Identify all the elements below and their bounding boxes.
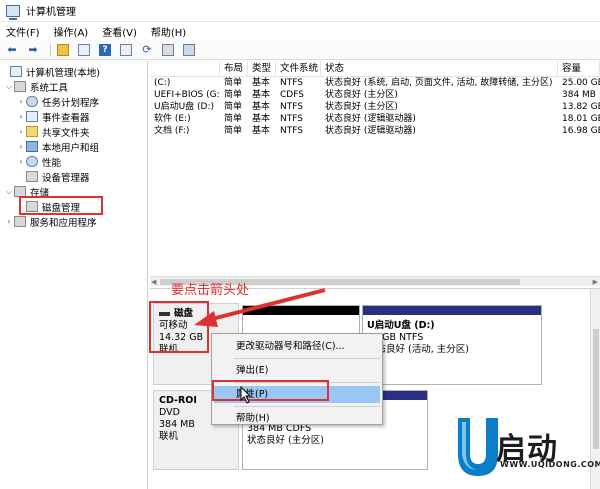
menu-item-help[interactable]: 帮助(H) <box>212 410 382 427</box>
forward-arrow-icon[interactable]: ➡ <box>25 42 41 58</box>
event-log-icon <box>26 111 38 122</box>
collapse-arrow-icon[interactable]: › <box>16 97 26 106</box>
computer-icon <box>10 66 22 77</box>
settings-icon[interactable] <box>181 42 197 58</box>
table-row[interactable]: 软件 (E:) 简单 基本 NTFS 状态良好 (逻辑驱动器) 18.01 GB <box>150 113 600 125</box>
properties-highlight <box>212 380 329 401</box>
tree-item-task-scheduler[interactable]: › 任务计划程序 <box>0 94 147 109</box>
navigation-tree: 计算机管理(本地) ⌵ 系统工具 › 任务计划程序 › 事件查看器 › 共享文件… <box>0 61 148 489</box>
brand-watermark: 启动 WWW.UQIDONG.COM <box>452 414 600 484</box>
col-status[interactable]: 状态 <box>321 61 558 76</box>
collapse-arrow-icon[interactable]: › <box>16 142 26 151</box>
window-title: 计算机管理 <box>26 7 76 18</box>
help-icon[interactable]: ? <box>97 42 113 58</box>
col-volume[interactable] <box>150 61 220 76</box>
tree-item-performance[interactable]: › 性能 <box>0 154 147 169</box>
menu-separator <box>234 406 380 407</box>
brand-url: WWW.UQIDONG.COM <box>500 460 600 469</box>
partition-usb-size: 82 GB NTFS <box>367 332 424 343</box>
annotation-arrow <box>194 288 326 327</box>
partition-usb-status: 状态良好 (活动, 主分区) <box>367 344 469 355</box>
table-row[interactable]: (C:) 简单 基本 NTFS 状态良好 (系统, 启动, 页面文件, 活动, … <box>150 77 600 89</box>
tree-item-local-users[interactable]: › 本地用户和组 <box>0 139 147 154</box>
mouse-cursor-icon <box>240 386 252 404</box>
collapse-arrow-icon[interactable]: › <box>16 127 26 136</box>
col-filesystem[interactable]: 文件系统 <box>276 61 321 76</box>
scroll-left-icon[interactable]: ◀ <box>151 278 156 286</box>
table-row[interactable]: 文档 (F:) 简单 基本 NTFS 状态良好 (逻辑驱动器) 16.98 GB <box>150 125 600 137</box>
table-row[interactable]: U启动U盘 (D:) 简单 基本 NTFS 状态良好 (主分区) 13.82 G… <box>150 101 600 113</box>
clock-icon <box>26 96 38 107</box>
menu-file[interactable]: 文件(F) <box>6 24 40 39</box>
toolbar-separator <box>50 42 51 57</box>
expand-arrow-icon[interactable]: ⌵ <box>4 187 14 197</box>
menu-action[interactable]: 操作(A) <box>54 24 89 39</box>
table-row[interactable]: UEFI+BIOS (G:) 简单 基本 CDFS 状态良好 (主分区) 384… <box>150 89 600 101</box>
col-layout[interactable]: 布局 <box>220 61 248 76</box>
refresh-icon[interactable]: ⟳ <box>139 42 155 58</box>
u-logo-icon <box>458 418 498 476</box>
up-folder-icon[interactable] <box>55 42 71 58</box>
scrollbar-thumb[interactable] <box>593 329 599 449</box>
computer-management-icon <box>6 4 20 20</box>
toolbar: ⬅ ➡ ? ⟳ <box>0 40 600 60</box>
menu-bar: 文件(F) 操作(A) 查看(V) 帮助(H) <box>0 22 600 40</box>
menu-item-eject[interactable]: 弹出(E) <box>212 362 382 379</box>
tree-item-event-viewer[interactable]: › 事件查看器 <box>0 109 147 124</box>
col-capacity[interactable]: 容量 <box>558 61 600 76</box>
back-arrow-icon[interactable]: ⬅ <box>4 42 20 58</box>
partition-color-bar <box>363 306 541 315</box>
tools-icon <box>14 81 26 92</box>
partition-usb-name: U启动U盘 (D:) <box>367 320 435 331</box>
users-icon <box>26 141 38 152</box>
context-menu: 更改驱动器号和路径(C)... 弹出(E) 属性(P) 帮助(H) <box>211 333 383 425</box>
shared-folder-icon <box>26 126 38 137</box>
tree-item-device-manager[interactable]: 设备管理器 <box>0 169 147 184</box>
cdrom-name: CD-ROI <box>159 395 197 406</box>
tree-item-services[interactable]: › 服务和应用程序 <box>0 214 147 229</box>
partition-usb-drive[interactable]: U启动U盘 (D:) 82 GB NTFS 状态良好 (活动, 主分区) <box>362 305 542 385</box>
services-icon <box>14 216 26 227</box>
disk-management-highlight <box>19 196 103 215</box>
collapse-arrow-icon[interactable]: › <box>16 112 26 121</box>
volume-list: 布局 类型 文件系统 状态 容量 (C:) 简单 基本 NTFS 状态良好 (系… <box>150 61 600 275</box>
col-type[interactable]: 类型 <box>248 61 276 76</box>
properties-icon[interactable] <box>118 42 134 58</box>
volume-list-header: 布局 类型 文件系统 状态 容量 <box>150 61 600 77</box>
cdrom-status: 联机 <box>159 431 179 442</box>
menu-view[interactable]: 查看(V) <box>102 24 137 39</box>
collapse-arrow-icon[interactable]: › <box>4 217 14 226</box>
performance-gauge-icon <box>26 156 38 167</box>
tree-item-system-tools[interactable]: ⌵ 系统工具 <box>0 79 147 94</box>
partition-cd-status: 状态良好 (主分区) <box>247 435 324 446</box>
menu-help[interactable]: 帮助(H) <box>151 24 186 39</box>
export-icon[interactable] <box>160 42 176 58</box>
expand-arrow-icon[interactable]: ⌵ <box>4 82 14 92</box>
title-bar: 计算机管理 <box>0 0 600 22</box>
tree-item-shared-folders[interactable]: › 共享文件夹 <box>0 124 147 139</box>
menu-separator <box>234 358 380 359</box>
collapse-arrow-icon[interactable]: › <box>16 157 26 166</box>
show-tree-icon[interactable] <box>76 42 92 58</box>
tree-item-root[interactable]: 计算机管理(本地) <box>0 64 147 79</box>
scroll-right-icon[interactable]: ▶ <box>593 278 598 286</box>
device-manager-icon <box>26 171 38 182</box>
menu-item-change-drive-letter[interactable]: 更改驱动器号和路径(C)... <box>212 338 382 355</box>
